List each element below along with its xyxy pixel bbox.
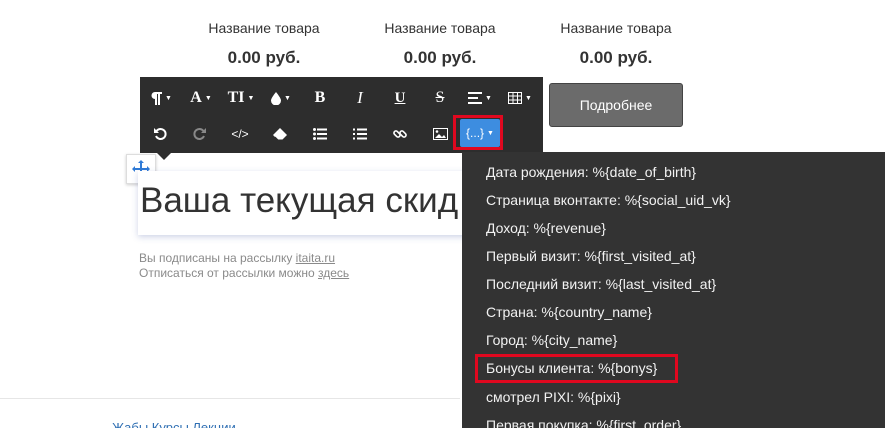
strikethrough-icon[interactable]: S [428, 83, 452, 113]
image-icon[interactable] [428, 119, 452, 149]
underline-icon[interactable]: U [388, 83, 412, 113]
link-icon[interactable] [388, 119, 412, 149]
variables-dropdown: Дата рождения: %{date_of_birth} Страница… [462, 152, 885, 428]
unsubscribe-notice: Отписаться от рассылки можно здесь [139, 266, 349, 280]
undo-icon[interactable] [148, 119, 172, 149]
product-card-1: Название товара 0.00 руб. [189, 20, 339, 68]
heading-text: Ваша текущая скид [140, 181, 459, 220]
dropdown-item[interactable]: Страна: %{country_name} [486, 304, 652, 320]
product-card-2: Название товара 0.00 руб. [365, 20, 515, 68]
product-price: 0.00 руб. [227, 48, 301, 67]
unsubscribe-text: Отписаться от рассылки можно [139, 266, 315, 280]
dropdown-item[interactable]: Дата рождения: %{date_of_birth} [486, 164, 696, 180]
eraser-icon[interactable] [268, 119, 292, 149]
font-color-icon[interactable]: A ▼ [184, 83, 218, 113]
dropdown-item[interactable]: Город: %{city_name} [486, 332, 617, 348]
product-name: Название товара [384, 20, 496, 36]
code-icon[interactable]: </> [226, 119, 254, 149]
font-size-icon[interactable]: TI ▼ [224, 83, 258, 113]
subscription-notice: Вы подписаны на рассылку itaita.ru [139, 251, 335, 265]
paragraph-icon[interactable]: ▼ [146, 83, 176, 113]
dropdown-item[interactable]: Страница вконтакте: %{social_uid_vk} [486, 192, 731, 208]
site-link[interactable]: itaita.ru [296, 251, 335, 265]
italic-icon[interactable]: I [348, 83, 372, 113]
dropdown-item[interactable]: Доход: %{revenue} [486, 220, 606, 236]
bottom-nav-partial: Жабы Курсы Лекции [112, 420, 236, 428]
dropdown-item[interactable]: Последний визит: %{last_visited_at} [486, 276, 716, 292]
numbered-list-icon[interactable] [348, 119, 372, 149]
product-price: 0.00 руб. [403, 48, 477, 67]
product-name: Название товара [208, 20, 320, 36]
highlight-frame [453, 115, 503, 150]
unsubscribe-link[interactable]: здесь [318, 266, 349, 280]
product-name: Название товара [560, 20, 672, 36]
divider [0, 398, 460, 399]
bold-icon[interactable]: B [308, 83, 332, 113]
product-card-3: Название товара 0.00 руб. [541, 20, 691, 68]
bullet-list-icon[interactable] [308, 119, 332, 149]
product-price: 0.00 руб. [579, 48, 653, 67]
redo-icon[interactable] [188, 119, 212, 149]
more-button[interactable]: Подробнее [549, 83, 683, 127]
align-icon[interactable]: ▼ [464, 83, 496, 113]
dropdown-item[interactable]: смотрел PIXI: %{pixi} [486, 389, 621, 405]
dropdown-item[interactable]: Первый визит: %{first_visited_at} [486, 248, 696, 264]
toolbar-pointer [157, 153, 171, 160]
highlight-frame [475, 354, 678, 383]
heading-block[interactable]: Ваша текущая скид [138, 171, 468, 235]
subscription-text: Вы подписаны на рассылку [139, 251, 293, 265]
dropdown-item[interactable]: Первая покупка: %{first_order} [486, 417, 681, 428]
table-icon[interactable]: ▼ [504, 83, 536, 113]
color-drop-icon[interactable]: ▼ [264, 83, 298, 113]
